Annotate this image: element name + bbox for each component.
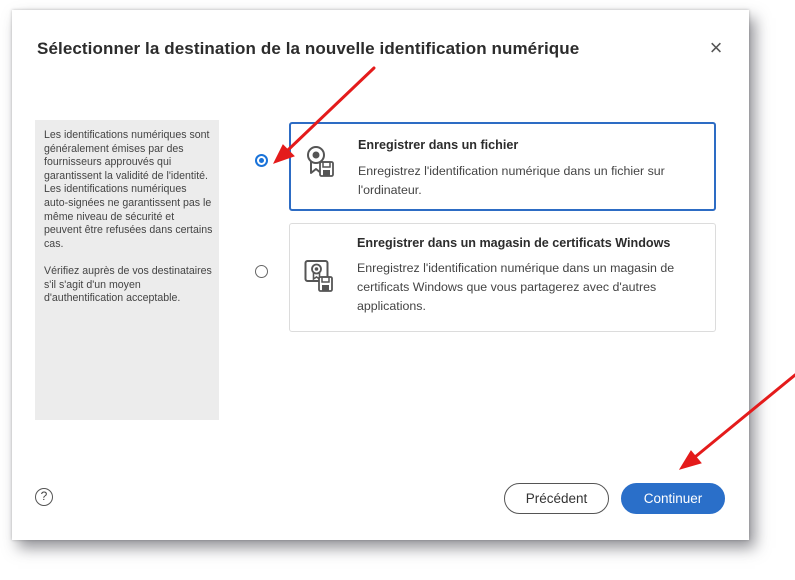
previous-button[interactable]: Précédent [504, 483, 609, 514]
option-description: Enregistrez l'identification numérique d… [357, 261, 675, 313]
option-description: Enregistrez l'identification numérique d… [358, 164, 665, 197]
dialog-title: Sélectionner la destination de la nouvel… [37, 39, 580, 58]
option-title: Enregistrer dans un magasin de certifica… [357, 236, 671, 250]
info-panel: Les identifications numériques sont géné… [35, 120, 219, 420]
option-save-to-file[interactable]: Enregistrer dans un fichier Enregistrez … [289, 122, 716, 211]
radio-save-to-file[interactable] [255, 154, 268, 167]
continue-button[interactable]: Continuer [621, 483, 725, 514]
certificate-file-icon [307, 146, 334, 177]
radio-save-to-windows-store[interactable] [255, 265, 268, 278]
help-icon[interactable]: ? [35, 488, 53, 506]
option-title: Enregistrer dans un fichier [358, 138, 519, 152]
dialog: Sélectionner la destination de la nouvel… [12, 10, 749, 540]
close-icon[interactable]: × [705, 37, 727, 59]
info-paragraph: Vérifiez auprès de vos destinataires s'i… [44, 264, 212, 305]
info-paragraph: Les identifications numériques sont géné… [44, 129, 213, 250]
certificate-store-icon [304, 260, 333, 292]
option-save-to-windows-store[interactable]: Enregistrer dans un magasin de certifica… [289, 223, 716, 332]
